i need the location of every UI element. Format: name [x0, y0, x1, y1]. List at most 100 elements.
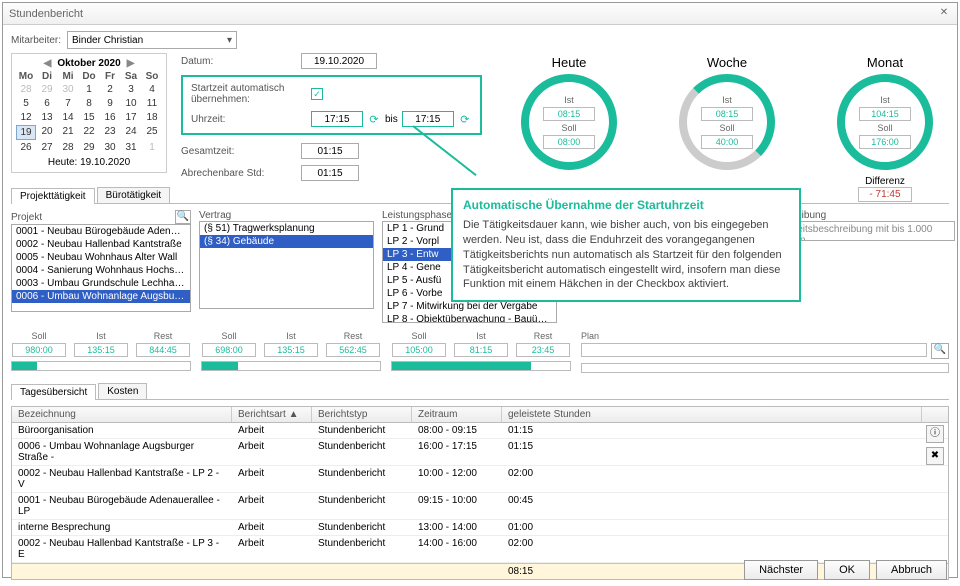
cal-day[interactable]: 3: [121, 83, 141, 96]
cal-day[interactable]: 23: [100, 125, 120, 140]
cal-day[interactable]: 15: [79, 111, 99, 124]
cal-day[interactable]: 17: [121, 111, 141, 124]
projekt-listbox[interactable]: 0001 - Neubau Bürogebäude Adenauerallee0…: [11, 224, 191, 312]
cal-day[interactable]: 9: [100, 97, 120, 110]
cal-day[interactable]: 29: [37, 83, 57, 96]
table-header[interactable]: Berichtstyp: [312, 407, 412, 422]
calendar[interactable]: ◀ Oktober 2020 ▶ MoDiMiDoFrSaSo282930123…: [11, 53, 167, 173]
list-item[interactable]: 0003 - Umbau Grundschule Lechhausen: [12, 277, 190, 290]
table-info-button[interactable]: ⓘ: [926, 425, 944, 443]
cal-day[interactable]: 11: [142, 97, 162, 110]
date-input[interactable]: [301, 53, 377, 69]
cal-day[interactable]: 19: [16, 125, 36, 140]
cal-day[interactable]: 18: [142, 111, 162, 124]
table-delete-button[interactable]: ✖: [926, 447, 944, 465]
cal-next-icon[interactable]: ▶: [127, 58, 135, 69]
total-input[interactable]: [301, 143, 359, 159]
cal-day[interactable]: 26: [16, 141, 36, 154]
cal-day[interactable]: 20: [37, 125, 57, 140]
cal-day[interactable]: 22: [79, 125, 99, 140]
cal-day[interactable]: 24: [121, 125, 141, 140]
cal-day[interactable]: 28: [16, 83, 36, 96]
list-item[interactable]: 0001 - Neubau Bürogebäude Adenauerallee: [12, 225, 190, 238]
list-item[interactable]: (§ 51) Tragwerksplanung: [200, 222, 373, 235]
cal-day[interactable]: 13: [37, 111, 57, 124]
close-icon[interactable]: ✕: [937, 7, 951, 21]
stat-rest: 23:45: [516, 343, 570, 357]
cal-dow: Mo: [16, 71, 36, 82]
cal-day[interactable]: 30: [100, 141, 120, 154]
ok-button[interactable]: OK: [824, 560, 870, 580]
table-header[interactable]: Bezeichnung: [12, 407, 232, 422]
table-row[interactable]: 0002 - Neubau Hallenbad Kantstraße - LP …: [12, 466, 948, 493]
cal-day[interactable]: 31: [121, 141, 141, 154]
refresh-from-icon[interactable]: ⟳: [367, 112, 381, 126]
table-total: 08:15: [502, 564, 539, 579]
table-header[interactable]: Zeitraum: [412, 407, 502, 422]
gauge-title: Monat: [825, 55, 945, 70]
table-header[interactable]: geleistete Stunden: [502, 407, 922, 422]
gauge-ring: Ist 08:15 Soll 08:00: [521, 74, 617, 170]
cal-day[interactable]: 8: [79, 97, 99, 110]
cal-day[interactable]: 27: [37, 141, 57, 154]
cal-day[interactable]: 6: [37, 97, 57, 110]
bis-label: bis: [385, 114, 398, 125]
time-from-input[interactable]: [311, 111, 363, 127]
vertrag-listbox[interactable]: (§ 51) Tragwerksplanung(§ 34) Gebäude: [199, 221, 374, 309]
stat-soll: 698:00: [202, 343, 256, 357]
cal-day[interactable]: 1: [142, 141, 162, 154]
cal-day[interactable]: 5: [16, 97, 36, 110]
cal-day[interactable]: 28: [58, 141, 78, 154]
table-row[interactable]: 0002 - Neubau Hallenbad Kantstraße - LP …: [12, 536, 948, 563]
cal-day[interactable]: 7: [58, 97, 78, 110]
cal-day[interactable]: 12: [16, 111, 36, 124]
stat-ist: 135:15: [74, 343, 128, 357]
cal-prev-icon[interactable]: ◀: [44, 58, 52, 69]
table-header[interactable]: Berichtsart ▲: [232, 407, 312, 422]
cal-day[interactable]: 4: [142, 83, 162, 96]
cal-day[interactable]: 1: [79, 83, 99, 96]
info-callout: Automatische Übernahme der Startuhrzeit …: [451, 188, 801, 302]
gauge-diff: - 71:45: [858, 187, 911, 202]
tab[interactable]: Tagesübersicht: [11, 384, 96, 400]
gauge-soll: 40:00: [701, 135, 753, 149]
next-button[interactable]: Nächster: [744, 560, 818, 580]
callout-text: Die Tätigkeitsdauer kann, wie bisher auc…: [463, 218, 789, 292]
billable-input[interactable]: [301, 165, 359, 181]
table-row[interactable]: interne BesprechungArbeitStundenbericht1…: [12, 520, 948, 536]
cal-today[interactable]: Heute: 19.10.2020: [16, 157, 162, 168]
cal-day[interactable]: 21: [58, 125, 78, 140]
cal-day[interactable]: 14: [58, 111, 78, 124]
list-item[interactable]: 0006 - Umbau Wohnanlage Augsburger Str: [12, 290, 190, 303]
cal-day[interactable]: 29: [79, 141, 99, 154]
refresh-to-icon[interactable]: ⟳: [458, 112, 472, 126]
table-row[interactable]: 0006 - Umbau Wohnanlage Augsburger Straß…: [12, 439, 948, 466]
tab[interactable]: Projekttätigkeit: [11, 188, 95, 204]
lp-label: Leistungsphase: [382, 210, 452, 221]
cal-day[interactable]: 30: [58, 83, 78, 96]
projekt-label: Projekt: [11, 212, 42, 223]
list-item[interactable]: 0002 - Neubau Hallenbad Kantstraße: [12, 238, 190, 251]
cal-day[interactable]: 16: [100, 111, 120, 124]
list-item[interactable]: LP 8 - Objektüberwachung - Bauüberwach: [383, 313, 556, 323]
plan-input[interactable]: [581, 343, 927, 357]
cal-day[interactable]: 10: [121, 97, 141, 110]
projekt-search-icon[interactable]: 🔍: [175, 210, 191, 224]
time-to-input[interactable]: [402, 111, 454, 127]
cal-day[interactable]: 25: [142, 125, 162, 140]
cal-day[interactable]: 2: [100, 83, 120, 96]
billable-label: Abrechenbare Std:: [181, 168, 301, 179]
tab[interactable]: Kosten: [98, 383, 147, 399]
employee-dropdown[interactable]: Binder Christian ▾: [67, 31, 237, 49]
tab[interactable]: Bürotätigkeit: [97, 187, 171, 203]
plan-search-icon[interactable]: 🔍: [931, 343, 949, 359]
gauge-soll: 08:00: [543, 135, 595, 149]
list-item[interactable]: 0005 - Neubau Wohnhaus Alter Wall: [12, 251, 190, 264]
list-item[interactable]: (§ 34) Gebäude: [200, 235, 373, 248]
list-item[interactable]: 0004 - Sanierung Wohnhaus Hochstraße: [12, 264, 190, 277]
table-row[interactable]: 0001 - Neubau Bürogebäude Adenauerallee …: [12, 493, 948, 520]
chevron-down-icon: ▾: [227, 35, 232, 46]
cancel-button[interactable]: Abbruch: [876, 560, 947, 580]
auto-starttime-checkbox[interactable]: ✓: [311, 88, 323, 100]
table-row[interactable]: BüroorganisationArbeitStundenbericht08:0…: [12, 423, 948, 439]
